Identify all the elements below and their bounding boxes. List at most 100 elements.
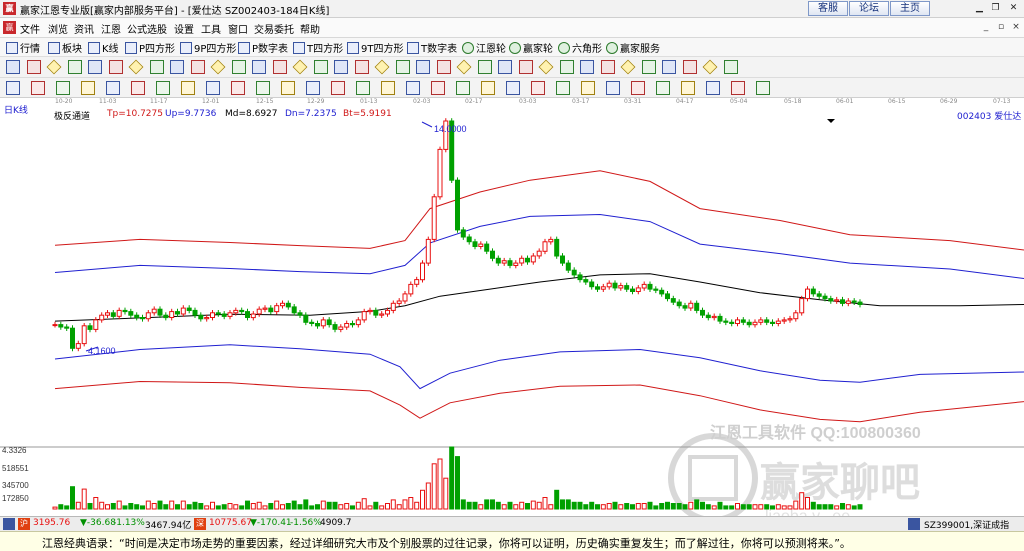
- menu-trade[interactable]: 交易委托: [254, 21, 294, 36]
- toolbar-9t-square[interactable]: 9T四方形: [347, 40, 403, 55]
- menu-tools[interactable]: 工具: [201, 21, 221, 36]
- overlay-icon[interactable]: [108, 60, 123, 74]
- toolbar-t-square[interactable]: T四方形: [293, 40, 343, 55]
- menu-info[interactable]: 资讯: [74, 21, 94, 36]
- indicator-icon[interactable]: [88, 60, 102, 74]
- diamond-4-icon[interactable]: [313, 60, 328, 74]
- report-b-icon[interactable]: [656, 81, 670, 95]
- find-icon[interactable]: [106, 81, 120, 95]
- window-a-icon[interactable]: [306, 81, 320, 95]
- toolbar-t-number-table[interactable]: T数字表: [407, 40, 457, 55]
- kline-chart[interactable]: 江恩工具软件 QQ:100800360 赢家聊吧 ljaoba.v...ee 4…: [0, 107, 1024, 525]
- toolbar-hexagon[interactable]: 六角形: [558, 40, 602, 55]
- forum-button[interactable]: 论坛: [849, 1, 889, 16]
- home-button[interactable]: 主页: [890, 1, 930, 16]
- close-icon[interactable]: ✕: [1006, 2, 1021, 15]
- menu-window[interactable]: 窗口: [228, 21, 248, 36]
- menu-file[interactable]: 文件: [20, 21, 40, 36]
- toolbar-winner-wheel[interactable]: 赢家轮: [509, 40, 553, 55]
- kline-type-icon[interactable]: [6, 60, 20, 74]
- help-icon[interactable]: [681, 81, 695, 95]
- restore-icon[interactable]: ❐: [988, 2, 1003, 15]
- infinity-icon[interactable]: [756, 81, 770, 95]
- diamond-1-icon[interactable]: [252, 60, 266, 74]
- period-icon[interactable]: [128, 59, 144, 75]
- table-icon[interactable]: [580, 60, 594, 74]
- ruler-icon[interactable]: [559, 60, 574, 74]
- toolbar-p-number-table[interactable]: P数字表: [238, 40, 288, 55]
- toolbar-gann-wheel[interactable]: 江恩轮: [462, 40, 506, 55]
- layout-b-icon[interactable]: [406, 81, 420, 95]
- mdi-restore-icon[interactable]: ▫: [995, 21, 1007, 33]
- signal-icon[interactable]: [556, 81, 570, 95]
- dropdown-arrow-icon[interactable]: [827, 119, 835, 123]
- diamond-7-icon[interactable]: [374, 59, 390, 75]
- next-icon[interactable]: [170, 60, 184, 74]
- current-index-label[interactable]: SZ399001,深证成指: [924, 518, 1009, 531]
- right-icon[interactable]: [210, 59, 226, 75]
- paste-icon[interactable]: [81, 81, 95, 95]
- sh-index-icon[interactable]: [3, 518, 15, 530]
- arrange-icon[interactable]: [46, 59, 62, 75]
- left-icon[interactable]: [190, 60, 205, 74]
- formula-icon[interactable]: [181, 81, 195, 95]
- data-icon[interactable]: [156, 81, 170, 95]
- chart-b-icon[interactable]: [231, 81, 245, 95]
- measure-icon[interactable]: [606, 81, 620, 95]
- flag-icon[interactable]: [662, 60, 676, 74]
- color-icon[interactable]: [731, 81, 745, 95]
- toolbar-9p-square[interactable]: 9P四方形: [180, 40, 236, 55]
- calendar-icon[interactable]: [6, 81, 20, 95]
- window-c-icon[interactable]: [356, 81, 370, 95]
- layout-a-icon[interactable]: [381, 81, 395, 95]
- note-icon[interactable]: [281, 81, 295, 95]
- toolbar-quotes[interactable]: 行情: [6, 40, 40, 55]
- minimize-icon[interactable]: ▁: [972, 2, 987, 15]
- tools-icon[interactable]: [682, 60, 697, 74]
- grid-icon[interactable]: [416, 60, 430, 74]
- edit-icon[interactable]: [31, 81, 45, 95]
- bell-icon[interactable]: [581, 81, 595, 95]
- monitor-icon[interactable]: [702, 59, 718, 75]
- arrow-icon[interactable]: [477, 60, 492, 74]
- window-b-icon[interactable]: [331, 81, 345, 95]
- diamond-2-icon[interactable]: [272, 60, 287, 74]
- draw-icon[interactable]: [518, 60, 533, 74]
- diamond-8-icon[interactable]: [395, 60, 410, 74]
- layout-d-icon[interactable]: [456, 81, 470, 95]
- layout-e-icon[interactable]: [481, 81, 495, 95]
- diamond-6-icon[interactable]: [354, 60, 369, 74]
- toolbar-p-square[interactable]: P四方形: [125, 40, 175, 55]
- cross-icon[interactable]: [456, 59, 472, 75]
- toolbar-sector[interactable]: 板块: [48, 40, 82, 55]
- index-switch-icon[interactable]: [908, 518, 920, 530]
- diamond-3-icon[interactable]: [292, 59, 308, 75]
- play-icon[interactable]: [231, 60, 246, 74]
- layout-c-icon[interactable]: [431, 81, 445, 95]
- grid-b-icon[interactable]: [631, 81, 645, 95]
- web-icon[interactable]: [706, 81, 720, 95]
- toolbar-kline[interactable]: K线: [88, 40, 119, 55]
- prev-icon[interactable]: [149, 60, 164, 74]
- save-icon[interactable]: [600, 60, 615, 74]
- menu-settings[interactable]: 设置: [174, 21, 194, 36]
- menu-formula-select[interactable]: 公式选股: [127, 21, 167, 36]
- menu-gann[interactable]: 江恩: [101, 21, 121, 36]
- customer-service-button[interactable]: 客服: [808, 1, 848, 16]
- menu-browse[interactable]: 浏览: [48, 21, 68, 36]
- line-icon[interactable]: [256, 81, 270, 95]
- link-icon[interactable]: [506, 81, 520, 95]
- print-icon[interactable]: [131, 81, 145, 95]
- export-icon[interactable]: [723, 60, 738, 74]
- zoom-icon[interactable]: [26, 60, 41, 74]
- mdi-minimize-icon[interactable]: _: [980, 21, 992, 33]
- select-icon[interactable]: [538, 59, 554, 75]
- hand-icon[interactable]: [436, 60, 451, 74]
- mdi-close-icon[interactable]: ×: [1010, 21, 1022, 33]
- menu-help[interactable]: 帮助: [300, 21, 320, 36]
- bar-chart-icon[interactable]: [67, 60, 82, 74]
- trend-icon[interactable]: [641, 60, 656, 74]
- chart-area[interactable]: 江恩工具软件 QQ:100800360 赢家聊吧 ljaoba.v...ee 4…: [0, 106, 1024, 525]
- cycle-icon[interactable]: [531, 81, 545, 95]
- report-icon[interactable]: [620, 59, 636, 75]
